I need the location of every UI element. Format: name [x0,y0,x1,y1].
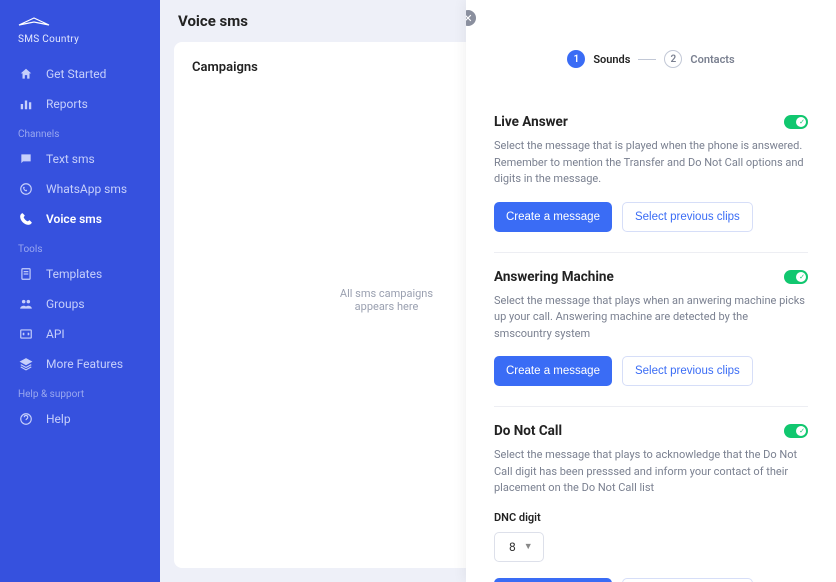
nav-more-features[interactable]: More Features [0,349,160,379]
nav-templates[interactable]: Templates [0,259,160,289]
dnc-digit-value: 8 [509,540,516,554]
close-icon[interactable]: ✕ [466,10,476,26]
nav-reports[interactable]: Reports [0,89,160,119]
answering-machine-create-button[interactable]: Create a message [494,356,612,386]
answering-machine-toggle[interactable]: ✓ [784,270,808,284]
dnc-digit-select[interactable]: 8 ▼ [494,532,544,562]
do-not-call-desc: Select the message that plays to acknowl… [494,447,808,497]
sidebar: SMS Country Get Started Reports Channels… [0,0,160,582]
whatsapp-icon [18,182,34,196]
section-answering-machine: Answering Machine ✓ Select the message t… [494,253,808,408]
nav-label: Groups [46,297,85,311]
phone-icon [18,212,34,226]
answering-machine-desc: Select the message that plays when an an… [494,293,808,343]
nav-api[interactable]: API [0,319,160,349]
step-1-circle[interactable]: 1 [567,50,585,68]
section-do-not-call: Do Not Call ✓ Select the message that pl… [494,407,808,582]
live-answer-title: Live Answer [494,114,568,130]
step-2-label: Contacts [690,53,734,66]
doc-icon [18,267,34,281]
answering-machine-title: Answering Machine [494,269,614,285]
live-answer-desc: Select the message that is played when t… [494,138,808,188]
layers-icon [18,357,34,371]
live-answer-select-button[interactable]: Select previous clips [622,202,753,232]
sounds-panel: ✕ 1 Sounds 2 Contacts Live Answer ✓ Sele… [466,0,836,582]
nav-voice-sms[interactable]: Voice sms [0,204,160,234]
nav-label: Reports [46,97,88,111]
dnc-digit-label: DNC digit [494,511,808,524]
step-indicator: 1 Sounds 2 Contacts [494,50,808,68]
brand-name: SMS Country [18,34,79,45]
chat-icon [18,152,34,166]
nav-label: Templates [46,267,102,281]
chevron-down-icon: ▼ [524,541,533,552]
home-icon [18,67,34,81]
section-channels: Channels [0,119,160,144]
nav-whatsapp-sms[interactable]: WhatsApp sms [0,174,160,204]
nav-text-sms[interactable]: Text sms [0,144,160,174]
nav-label: Text sms [46,152,95,166]
nav-label: Help [46,412,71,426]
live-answer-toggle[interactable]: ✓ [784,115,808,129]
nav-label: WhatsApp sms [46,182,127,196]
nav-label: Voice sms [46,212,102,226]
step-1-label: Sounds [593,53,630,66]
nav-get-started[interactable]: Get Started [0,59,160,89]
nav-groups[interactable]: Groups [0,289,160,319]
section-tools: Tools [0,234,160,259]
bar-icon [18,97,34,111]
nav-label: More Features [46,357,123,371]
logo-icon [18,16,50,30]
section-live-answer: Live Answer ✓ Select the message that is… [494,98,808,253]
answering-machine-select-button[interactable]: Select previous clips [622,356,753,386]
do-not-call-create-button[interactable]: Create a message [494,578,612,582]
brand-logo: SMS Country [0,16,160,59]
help-icon [18,412,34,426]
step-2-circle[interactable]: 2 [664,50,682,68]
code-icon [18,327,34,341]
do-not-call-title: Do Not Call [494,423,562,439]
do-not-call-toggle[interactable]: ✓ [784,424,808,438]
step-line [638,59,656,60]
group-icon [18,297,34,311]
section-help: Help & support [0,379,160,404]
do-not-call-select-button[interactable]: Select previous clips [622,578,753,582]
live-answer-create-button[interactable]: Create a message [494,202,612,232]
nav-label: API [46,327,65,341]
nav-label: Get Started [46,67,106,81]
nav-help[interactable]: Help [0,404,160,434]
